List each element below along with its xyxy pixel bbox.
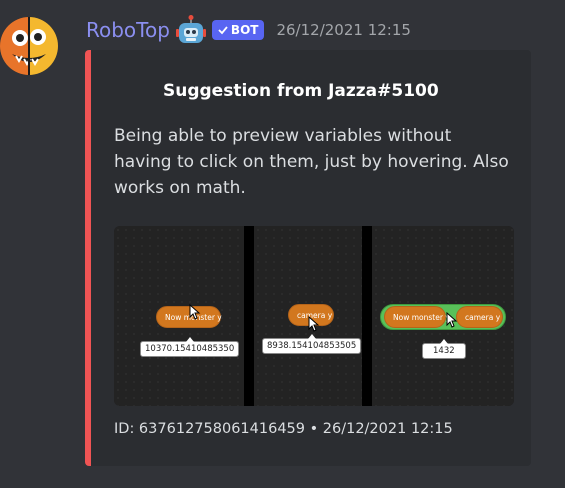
- embed-footer: ID: 637612758061416459 • 26/12/2021 12:1…: [114, 421, 453, 437]
- variable-block-label: camera y: [465, 312, 501, 322]
- embed-title: Suggestion from Jazza#5100: [163, 81, 439, 101]
- panel-divider: [362, 226, 372, 406]
- variable-block: Now monster y: [384, 306, 450, 328]
- panel-divider: [244, 226, 254, 406]
- preview-panel: Now monster y camera y 1432: [372, 226, 514, 406]
- message-header: RoboTop BOT 26/12/2021 12:15: [86, 15, 411, 45]
- author-name[interactable]: RoboTop: [86, 18, 170, 42]
- avatar[interactable]: [0, 12, 58, 80]
- robotop-avatar-icon: [0, 17, 58, 75]
- value-tooltip: 1432: [422, 339, 466, 359]
- variable-block-label: Now monster y: [393, 312, 450, 322]
- checkmark-icon: [218, 26, 228, 35]
- preview-panel: Now monster y 10370.15410485350: [114, 226, 244, 406]
- mouse-cursor-icon: [189, 304, 201, 320]
- bot-badge: BOT: [211, 20, 265, 40]
- embed-description: Being able to preview variables without …: [114, 126, 509, 198]
- value-tooltip: 8938.154104853505: [262, 334, 362, 354]
- embed-image[interactable]: Now monster y 10370.15410485350 camera y…: [114, 226, 514, 406]
- variable-block: camera y: [456, 306, 503, 328]
- bot-badge-label: BOT: [230, 23, 259, 37]
- preview-panel: camera y 8938.154104853505: [254, 226, 362, 406]
- embed: Suggestion from Jazza#5100 Being able to…: [85, 50, 531, 466]
- mouse-cursor-icon: [446, 312, 458, 328]
- mouse-cursor-icon: [308, 316, 320, 332]
- robot-face-emoji-icon: [175, 15, 206, 43]
- value-tooltip: 10370.15410485350: [140, 337, 240, 357]
- message-timestamp[interactable]: 26/12/2021 12:15: [276, 21, 410, 39]
- chat-message: RoboTop BOT 26/12/2021 12:15 Suggestion …: [0, 0, 565, 488]
